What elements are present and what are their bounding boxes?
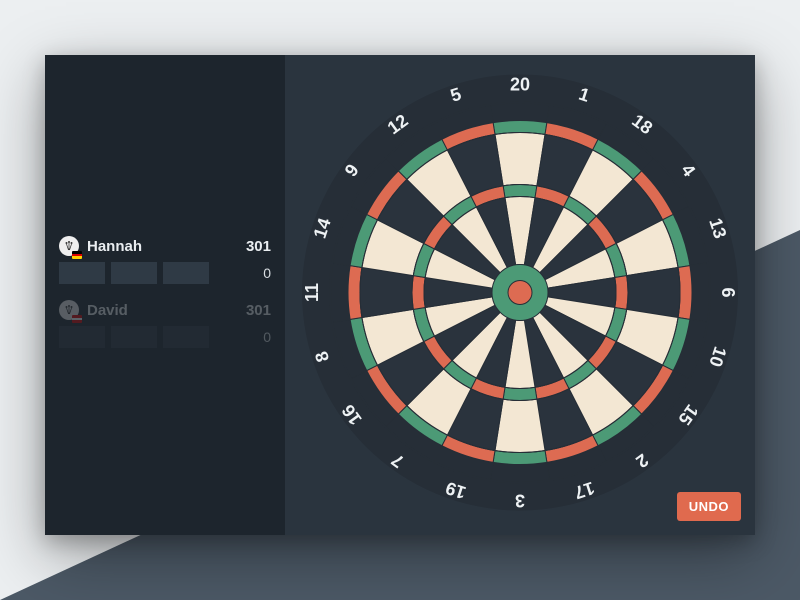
- player-score: 301: [246, 238, 271, 255]
- throw-slot[interactable]: [163, 326, 209, 348]
- avatar: [59, 236, 79, 256]
- svg-text:6: 6: [718, 287, 738, 297]
- flag-icon: [72, 251, 82, 259]
- throw-slot[interactable]: [111, 262, 157, 284]
- player-name: Hannah: [87, 238, 142, 255]
- throw-slot[interactable]: [111, 326, 157, 348]
- avatar: [59, 300, 79, 320]
- board-panel: 2011841361015217319716811149125 UNDO: [285, 55, 755, 535]
- turn-total: 0: [215, 329, 271, 345]
- throw-slot[interactable]: [59, 262, 105, 284]
- svg-text:11: 11: [302, 283, 322, 302]
- game-card: Hannah 301 0 David: [45, 55, 755, 535]
- sidebar: Hannah 301 0 David: [45, 55, 285, 535]
- flag-icon: [72, 315, 82, 323]
- player-list: Hannah 301 0 David: [45, 230, 285, 358]
- throw-slot[interactable]: [59, 326, 105, 348]
- turn-total: 0: [215, 265, 271, 281]
- player-name: David: [87, 302, 128, 319]
- throw-slot[interactable]: [163, 262, 209, 284]
- svg-text:20: 20: [510, 75, 530, 95]
- player-row[interactable]: David 301 0: [45, 294, 285, 358]
- undo-button[interactable]: UNDO: [677, 492, 741, 521]
- player-score: 301: [246, 302, 271, 319]
- player-row[interactable]: Hannah 301 0: [45, 230, 285, 294]
- svg-text:3: 3: [515, 491, 525, 511]
- dartboard[interactable]: 2011841361015217319716811149125: [300, 73, 740, 518]
